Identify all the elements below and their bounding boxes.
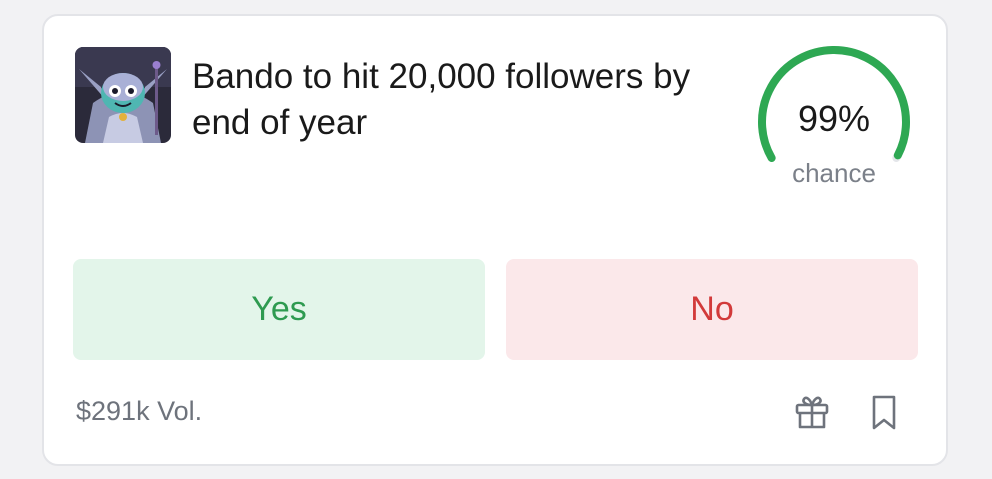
market-title[interactable]: Bando to hit 20,000 followers by end of … (192, 54, 732, 146)
market-card[interactable]: Bando to hit 20,000 followers by end of … (42, 14, 948, 466)
market-avatar (75, 47, 171, 143)
yes-button[interactable]: Yes (73, 259, 485, 360)
chance-gauge: 99% chance (752, 38, 916, 188)
gift-icon[interactable] (792, 392, 832, 432)
chance-label: chance (792, 158, 876, 188)
goblin-avatar-icon (75, 47, 171, 143)
chance-value: 99% (797, 98, 871, 139)
bookmark-icon[interactable] (864, 392, 904, 432)
volume-text: $291k Vol. (76, 396, 203, 426)
no-button[interactable]: No (506, 259, 918, 360)
